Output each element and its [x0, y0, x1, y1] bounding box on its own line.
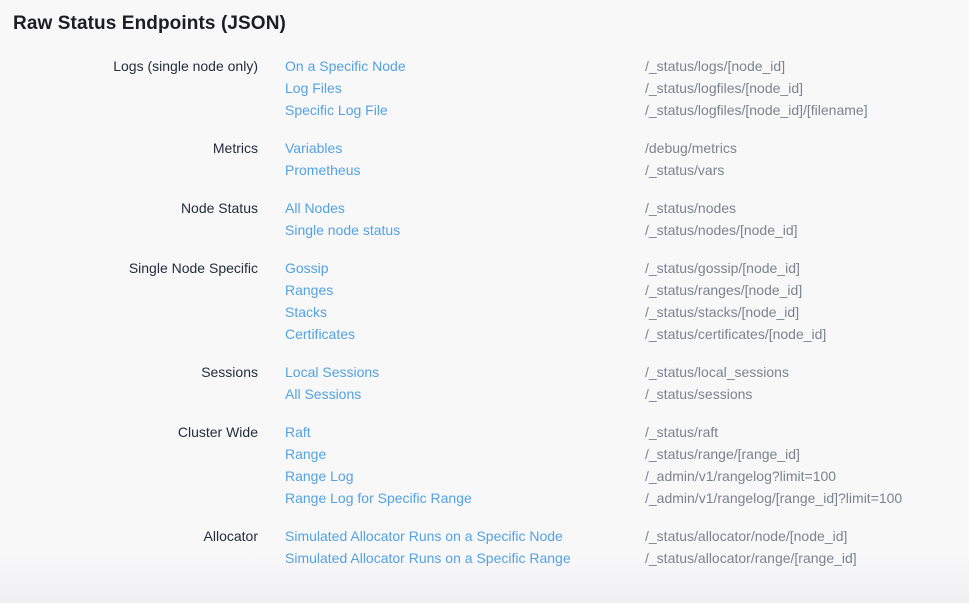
endpoint-link[interactable]: Range Log: [285, 465, 354, 487]
endpoint-link[interactable]: Log Files: [285, 77, 342, 99]
endpoint-link[interactable]: Certificates: [285, 323, 355, 345]
group-urls: /_status/nodes/_status/nodes/[node_id]: [645, 197, 953, 241]
group-links: RaftRangeRange LogRange Log for Specific…: [258, 421, 645, 509]
endpoint-url: /_status/local_sessions: [645, 361, 953, 383]
endpoint-url: /_status/vars: [645, 159, 953, 181]
endpoint-url: /_status/range/[range_id]: [645, 443, 953, 465]
group-category-label: Single Node Specific: [13, 257, 258, 345]
endpoint-link[interactable]: Variables: [285, 137, 342, 159]
group-category-label: Allocator: [13, 525, 258, 569]
endpoint-link[interactable]: Local Sessions: [285, 361, 379, 383]
group-category-label: Sessions: [13, 361, 258, 405]
endpoint-group: Allocator Simulated Allocator Runs on a …: [13, 525, 953, 569]
group-urls: /_status/allocator/node/[node_id]/_statu…: [645, 525, 953, 569]
endpoint-link[interactable]: All Sessions: [285, 383, 361, 405]
endpoint-url: /_status/allocator/range/[range_id]: [645, 547, 953, 569]
endpoint-link[interactable]: Range Log for Specific Range: [285, 487, 472, 509]
endpoint-group: Metrics VariablesPrometheus /debug/metri…: [13, 137, 953, 181]
endpoint-link[interactable]: Simulated Allocator Runs on a Specific R…: [285, 547, 571, 569]
endpoint-url: /_status/raft: [645, 421, 953, 443]
endpoint-link[interactable]: Stacks: [285, 301, 327, 323]
group-links: All NodesSingle node status: [258, 197, 645, 241]
endpoint-link[interactable]: All Nodes: [285, 197, 345, 219]
endpoint-url: /debug/metrics: [645, 137, 953, 159]
endpoint-url: /_status/stacks/[node_id]: [645, 301, 953, 323]
group-urls: /debug/metrics/_status/vars: [645, 137, 953, 181]
group-urls: /_status/logs/[node_id]/_status/logfiles…: [645, 55, 953, 121]
group-links: Local SessionsAll Sessions: [258, 361, 645, 405]
raw-status-endpoints-page: Raw Status Endpoints (JSON) Logs (single…: [0, 0, 969, 569]
endpoint-url: /_status/nodes/[node_id]: [645, 219, 953, 241]
endpoint-url: /_status/sessions: [645, 383, 953, 405]
group-urls: /_status/gossip/[node_id]/_status/ranges…: [645, 257, 953, 345]
group-urls: /_status/raft/_status/range/[range_id]/_…: [645, 421, 953, 509]
endpoint-link[interactable]: Raft: [285, 421, 311, 443]
endpoint-url: /_status/certificates/[node_id]: [645, 323, 953, 345]
endpoint-link[interactable]: Prometheus: [285, 159, 360, 181]
group-category-label: Logs (single node only): [13, 55, 258, 121]
endpoint-url: /_status/logfiles/[node_id]: [645, 77, 953, 99]
endpoint-link[interactable]: Specific Log File: [285, 99, 388, 121]
endpoint-url: /_admin/v1/rangelog/[range_id]?limit=100: [645, 487, 953, 509]
endpoint-group: Sessions Local SessionsAll Sessions /_st…: [13, 361, 953, 405]
endpoint-link[interactable]: Simulated Allocator Runs on a Specific N…: [285, 525, 563, 547]
group-urls: /_status/local_sessions/_status/sessions: [645, 361, 953, 405]
page-title: Raw Status Endpoints (JSON): [13, 13, 953, 35]
endpoint-group: Logs (single node only) On a Specific No…: [13, 55, 953, 121]
endpoint-link[interactable]: On a Specific Node: [285, 55, 406, 77]
endpoint-link[interactable]: Single node status: [285, 219, 400, 241]
endpoint-url: /_status/gossip/[node_id]: [645, 257, 953, 279]
group-category-label: Node Status: [13, 197, 258, 241]
group-category-label: Metrics: [13, 137, 258, 181]
endpoint-url: /_status/logs/[node_id]: [645, 55, 953, 77]
endpoint-link[interactable]: Ranges: [285, 279, 333, 301]
group-links: Simulated Allocator Runs on a Specific N…: [258, 525, 645, 569]
endpoint-url: /_status/nodes: [645, 197, 953, 219]
group-links: On a Specific NodeLog FilesSpecific Log …: [258, 55, 645, 121]
endpoint-url: /_status/logfiles/[node_id]/[filename]: [645, 99, 953, 121]
endpoint-sections: Logs (single node only) On a Specific No…: [13, 55, 953, 569]
group-links: GossipRangesStacksCertificates: [258, 257, 645, 345]
endpoint-group: Cluster Wide RaftRangeRange LogRange Log…: [13, 421, 953, 509]
endpoint-url: /_admin/v1/rangelog?limit=100: [645, 465, 953, 487]
endpoint-group: Single Node Specific GossipRangesStacksC…: [13, 257, 953, 345]
endpoint-link[interactable]: Gossip: [285, 257, 329, 279]
endpoint-link[interactable]: Range: [285, 443, 326, 465]
group-links: VariablesPrometheus: [258, 137, 645, 181]
group-category-label: Cluster Wide: [13, 421, 258, 509]
endpoint-url: /_status/allocator/node/[node_id]: [645, 525, 953, 547]
endpoint-group: Node Status All NodesSingle node status …: [13, 197, 953, 241]
endpoint-url: /_status/ranges/[node_id]: [645, 279, 953, 301]
